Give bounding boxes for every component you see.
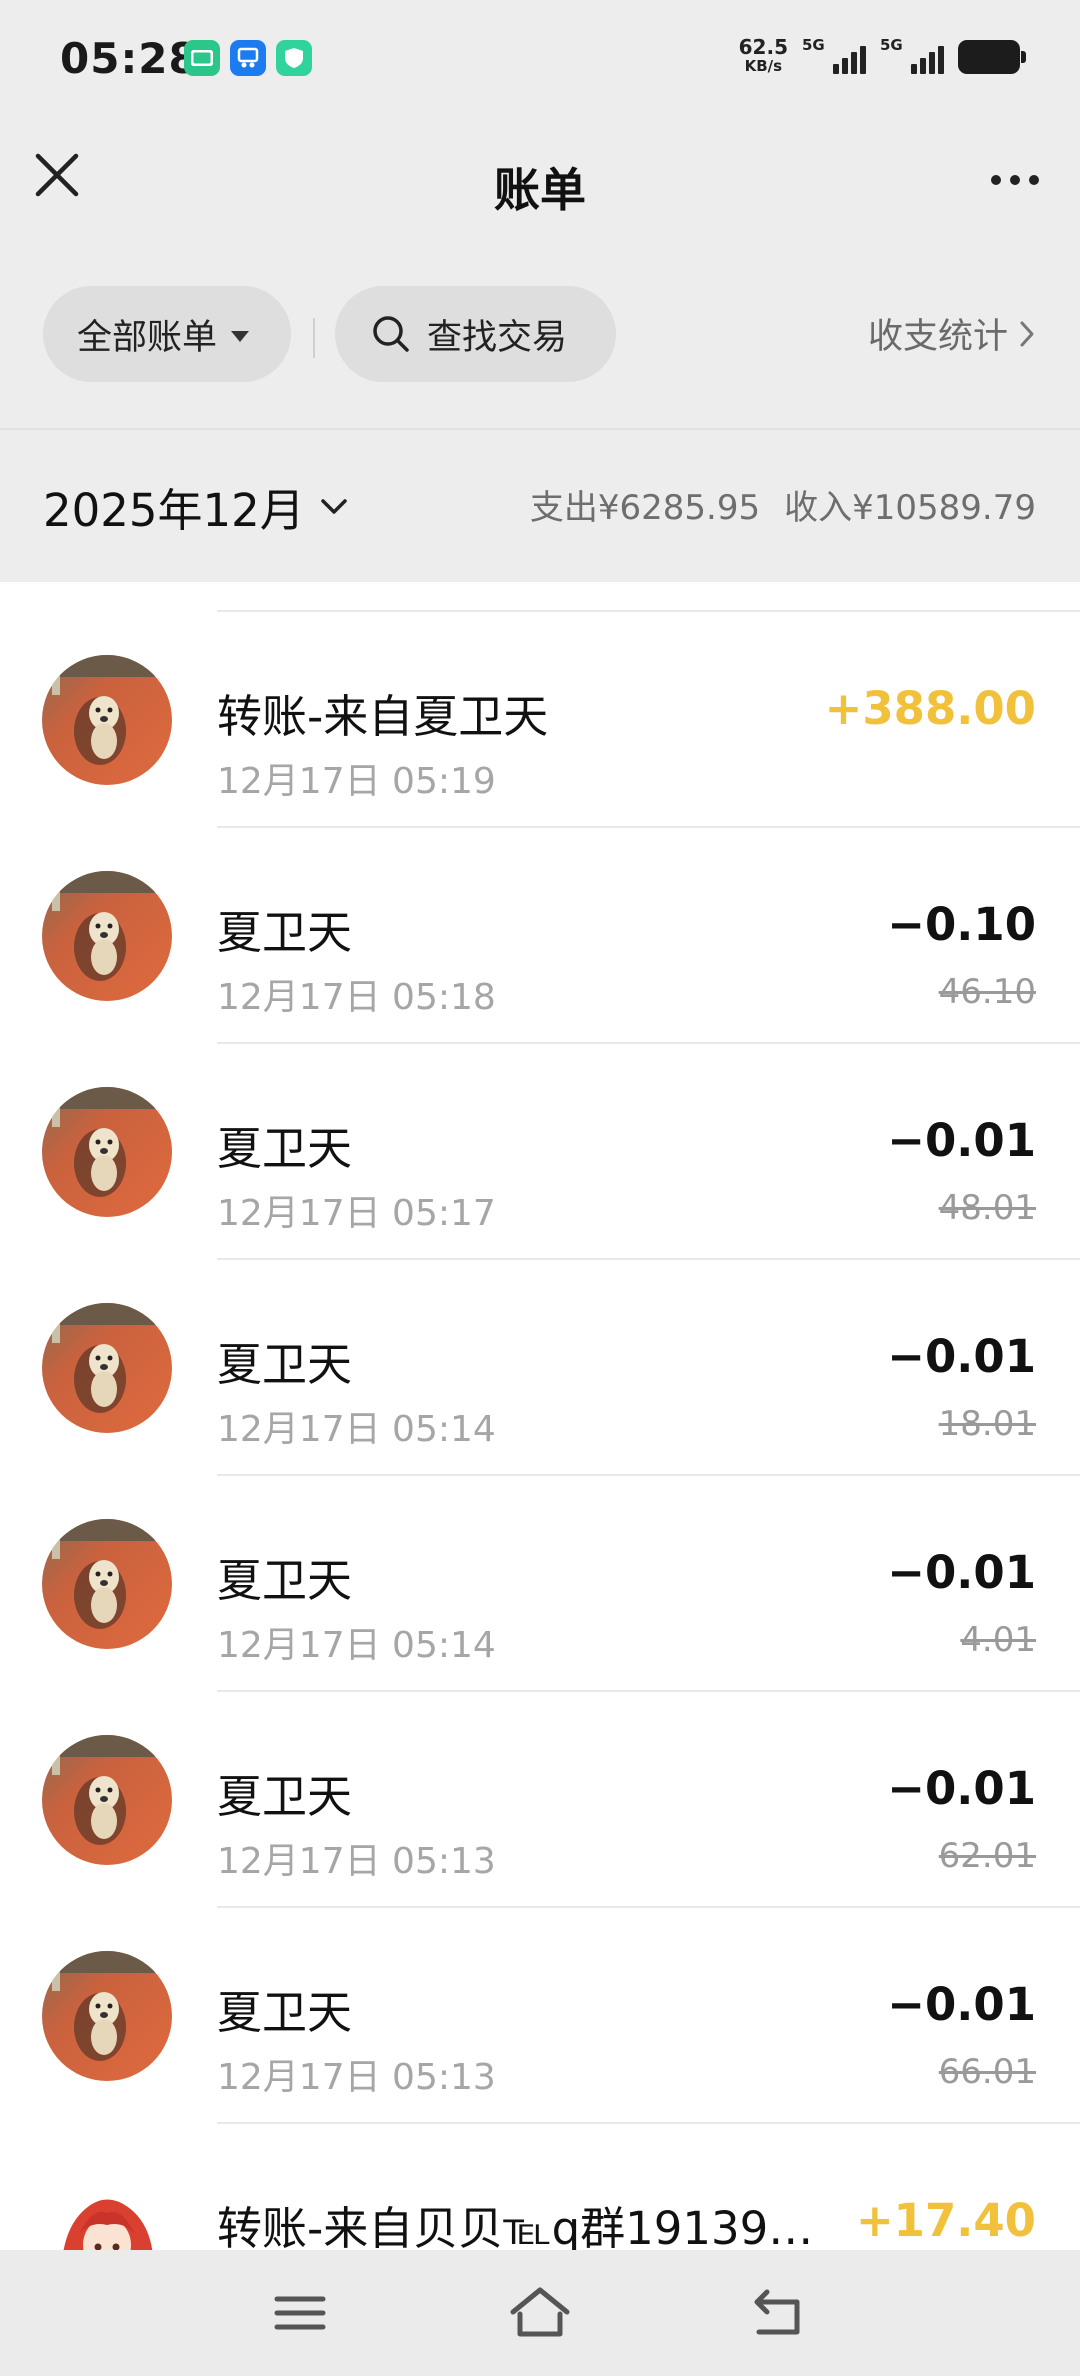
scissors-app-icon bbox=[230, 40, 266, 76]
page-title: 账单 bbox=[494, 163, 586, 217]
transaction-row[interactable]: 夏卫天 12月17日 05:17 −0.01 48.01 bbox=[0, 1044, 1080, 1260]
search-label: 查找交易 bbox=[427, 317, 568, 358]
transaction-time: 12月17日 05:13 bbox=[217, 2057, 496, 2098]
menu-button[interactable] bbox=[265, 2278, 335, 2348]
net-speed: 62.5 KB/s bbox=[738, 35, 788, 76]
avatar bbox=[42, 655, 172, 785]
chat-app-icon bbox=[184, 40, 220, 76]
transaction-balance: 48.01 bbox=[938, 1188, 1036, 1228]
avatar-dog-image bbox=[42, 1519, 172, 1649]
more-button[interactable] bbox=[980, 154, 1050, 206]
avatar-dog-image bbox=[42, 1735, 172, 1865]
status-bar: 05:28 62.5 KB/s 5G 5G bbox=[0, 0, 1080, 118]
transaction-row[interactable]: 夏卫天 12月17日 05:14 −0.01 18.01 bbox=[0, 1260, 1080, 1476]
month-expense: 支出¥6285.95 bbox=[529, 488, 761, 528]
transaction-title: 夏卫天 bbox=[217, 1770, 353, 1823]
transaction-time: 12月17日 05:14 bbox=[217, 1409, 496, 1450]
avatar bbox=[42, 871, 172, 1001]
net-speed-value: 62.5 bbox=[738, 35, 788, 59]
sim2-label: 5G bbox=[880, 36, 903, 54]
filter-divider bbox=[313, 318, 315, 358]
more-icon bbox=[991, 175, 1001, 185]
transaction-row[interactable]: 转账-来自夏卫天 12月17日 05:19 +388.00 bbox=[0, 612, 1080, 828]
transaction-title: 转账-来自贝贝℡q群191390… bbox=[217, 2202, 837, 2250]
avatar bbox=[42, 1951, 172, 2081]
transaction-amount: +388.00 bbox=[824, 682, 1036, 735]
caret-down-icon bbox=[231, 330, 250, 342]
transaction-time: 12月17日 05:18 bbox=[217, 977, 496, 1018]
month-label: 2025年12月 bbox=[43, 484, 305, 537]
transaction-row[interactable]: 夏卫天 12月17日 05:14 −0.01 4.01 bbox=[0, 1476, 1080, 1692]
transaction-list: 转账-来自夏卫天 12月17日 05:19 +388.00 夏卫天 12月17日 05:… bbox=[0, 582, 1080, 2250]
all-bills-dropdown[interactable]: 全部账单 bbox=[43, 286, 291, 382]
avatar bbox=[42, 2167, 172, 2250]
avatar-girl-image bbox=[42, 2167, 172, 2250]
transaction-balance: 4.01 bbox=[960, 1620, 1036, 1660]
transaction-title: 转账-来自夏卫天 bbox=[217, 690, 549, 743]
avatar-dog-image bbox=[42, 1087, 172, 1217]
avatar bbox=[42, 1303, 172, 1433]
transaction-row[interactable]: 转账-来自贝贝℡q群191390… +17.40 bbox=[0, 2124, 1080, 2250]
shield-app-icon bbox=[276, 40, 312, 76]
transaction-row[interactable]: 夏卫天 12月17日 05:13 −0.01 62.01 bbox=[0, 1692, 1080, 1908]
transaction-amount: −0.01 bbox=[887, 1762, 1036, 1815]
status-time: 05:28 bbox=[60, 34, 199, 83]
signal-sim2-icon: 5G bbox=[880, 36, 944, 78]
avatar-dog-image bbox=[42, 1951, 172, 2081]
avatar bbox=[42, 1735, 172, 1865]
transaction-amount: −0.10 bbox=[887, 898, 1036, 951]
avatar-dog-image bbox=[42, 1303, 172, 1433]
stats-label: 收支统计 bbox=[867, 317, 1008, 357]
menu-icon bbox=[274, 2296, 326, 2330]
system-nav-bar bbox=[0, 2250, 1080, 2376]
transaction-balance: 46.10 bbox=[938, 972, 1036, 1012]
month-selector[interactable]: 2025年12月 bbox=[43, 474, 349, 539]
transaction-row[interactable]: 夏卫天 12月17日 05:13 −0.01 66.01 bbox=[0, 1908, 1080, 2124]
transaction-time: 12月17日 05:14 bbox=[217, 1625, 496, 1666]
search-transactions-button[interactable]: 查找交易 bbox=[335, 286, 616, 382]
transaction-balance: 18.01 bbox=[938, 1404, 1036, 1444]
avatar-dog-image bbox=[42, 655, 172, 785]
transaction-amount: −0.01 bbox=[887, 1546, 1036, 1599]
transaction-title: 夏卫天 bbox=[217, 1554, 353, 1607]
sim1-label: 5G bbox=[802, 36, 825, 54]
status-app-icons bbox=[184, 40, 312, 76]
transaction-title: 夏卫天 bbox=[217, 1122, 353, 1175]
transaction-time: 12月17日 05:19 bbox=[217, 761, 496, 802]
transaction-amount: −0.01 bbox=[887, 1978, 1036, 2031]
signal-sim1-icon: 5G bbox=[802, 36, 866, 78]
month-summary: 支出¥6285.95 收入¥10589.79 bbox=[530, 480, 1036, 529]
home-icon bbox=[510, 2287, 570, 2337]
transaction-title: 夏卫天 bbox=[217, 906, 353, 959]
transaction-time: 12月17日 05:13 bbox=[217, 1841, 496, 1882]
transaction-amount: −0.01 bbox=[887, 1330, 1036, 1383]
stats-link[interactable]: 收支统计 bbox=[868, 308, 1036, 359]
all-bills-label: 全部账单 bbox=[77, 317, 218, 358]
back-icon bbox=[754, 2289, 800, 2335]
avatar bbox=[42, 1519, 172, 1649]
transaction-row[interactable]: 夏卫天 12月17日 05:18 −0.10 46.10 bbox=[0, 828, 1080, 1044]
back-button[interactable] bbox=[745, 2278, 815, 2348]
status-right: 62.5 KB/s 5G 5G bbox=[738, 35, 1026, 78]
transaction-title: 夏卫天 bbox=[217, 1986, 353, 2039]
filter-row: 全部账单 查找交易 收支统计 bbox=[0, 242, 1080, 428]
transaction-title: 夏卫天 bbox=[217, 1338, 353, 1391]
search-icon bbox=[373, 316, 409, 352]
transaction-balance: 66.01 bbox=[938, 2052, 1036, 2092]
avatar-dog-image bbox=[42, 871, 172, 1001]
transaction-amount: +17.40 bbox=[855, 2194, 1036, 2247]
home-button[interactable] bbox=[505, 2278, 575, 2348]
net-speed-unit: KB/s bbox=[744, 57, 783, 75]
month-income: 收入¥10589.79 bbox=[784, 488, 1036, 528]
battery-icon bbox=[958, 40, 1026, 74]
chevron-down-icon bbox=[321, 498, 347, 514]
transaction-time: 12月17日 05:17 bbox=[217, 1193, 496, 1234]
transaction-amount: −0.01 bbox=[887, 1114, 1036, 1167]
month-header: 2025年12月 支出¥6285.95 收入¥10589.79 bbox=[0, 428, 1080, 582]
nav-bar: 账单 bbox=[0, 118, 1080, 242]
avatar bbox=[42, 1087, 172, 1217]
chevron-right-icon bbox=[1020, 321, 1034, 346]
transaction-balance: 62.01 bbox=[938, 1836, 1036, 1876]
